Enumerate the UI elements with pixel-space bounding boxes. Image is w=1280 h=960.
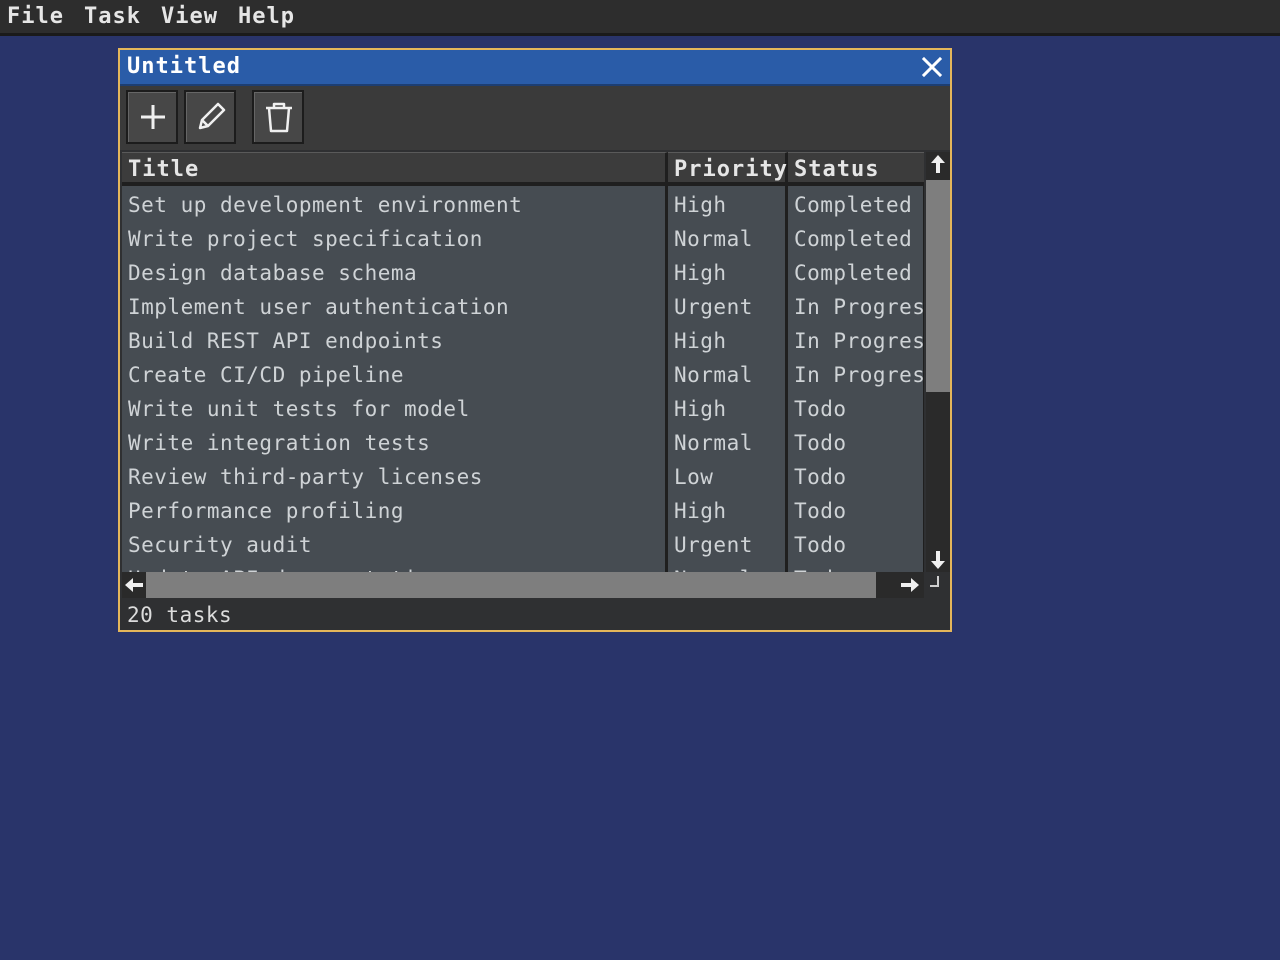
table-row[interactable]: Write unit tests for model High Todo <box>122 392 924 426</box>
cell-priority: High <box>674 329 727 353</box>
task-window: Untitled Title Priority Status Set up de… <box>118 48 952 632</box>
cell-status: In Progress <box>794 295 924 319</box>
cell-priority: High <box>674 397 727 421</box>
cell-title: Update API documentation <box>128 562 658 572</box>
resize-grip-icon[interactable] <box>928 574 948 594</box>
cell-title: Write unit tests for model <box>128 397 470 421</box>
pencil-icon <box>198 102 226 130</box>
column-header-priority[interactable]: Priority <box>668 152 788 186</box>
window-title: Untitled <box>127 54 241 79</box>
cell-title: Set up development environment <box>128 193 523 217</box>
horizontal-scrollbar[interactable] <box>122 572 924 598</box>
vertical-scrollbar[interactable] <box>926 152 950 572</box>
edit-task-button[interactable] <box>184 90 236 144</box>
cell-status: Todo <box>794 499 847 523</box>
close-icon[interactable] <box>920 55 944 79</box>
window-titlebar[interactable]: Untitled <box>120 50 950 86</box>
cell-status: In Progress <box>794 329 924 353</box>
cell-priority: Normal <box>674 227 753 251</box>
scroll-up-icon[interactable] <box>926 152 950 176</box>
cell-status: Completed <box>794 261 913 285</box>
cell-priority: Urgent <box>674 533 753 557</box>
cell-title: Create CI/CD pipeline <box>128 363 405 387</box>
menu-bar: File Task View Help <box>0 0 1280 36</box>
menu-help[interactable]: Help <box>231 0 308 33</box>
toolbar <box>120 86 950 150</box>
table-row[interactable]: Write integration tests Normal Todo <box>122 426 924 460</box>
cell-priority: Normal <box>674 431 753 455</box>
trash-icon <box>266 102 292 133</box>
cell-priority: High <box>674 499 727 523</box>
cell-title: Review third-party licenses <box>128 465 483 489</box>
column-header-title[interactable]: Title <box>122 152 668 186</box>
table-row[interactable]: Set up development environment High Comple… <box>122 188 924 222</box>
cell-title: Security audit <box>128 533 313 557</box>
cell-priority: Urgent <box>674 295 753 319</box>
cell-status: Todo <box>794 533 847 557</box>
cell-priority: Normal <box>674 363 753 387</box>
table-row[interactable]: Build REST API endpoints High In Progress <box>122 324 924 358</box>
scroll-down-icon[interactable] <box>926 548 950 572</box>
table-row[interactable]: Update API documentation Normal Todo <box>122 562 924 572</box>
task-table: Title Priority Status Set up development… <box>122 152 924 572</box>
add-task-button[interactable] <box>126 90 178 144</box>
table-row[interactable]: Performance profiling High Todo <box>122 494 924 528</box>
status-bar-text: 20 tasks <box>120 600 926 630</box>
cell-title: Build REST API endpoints <box>128 329 444 353</box>
cell-title: Performance profiling <box>128 499 405 523</box>
cell-priority: Normal <box>674 562 786 572</box>
table-row[interactable]: Create CI/CD pipeline Normal In Progress <box>122 358 924 392</box>
table-row[interactable]: Design database schema High Completed <box>122 256 924 290</box>
cell-status: In Progress <box>794 363 924 387</box>
horizontal-scroll-thumb[interactable] <box>146 572 876 598</box>
menu-task[interactable]: Task <box>77 0 154 33</box>
cell-status: Todo <box>794 431 847 455</box>
scroll-right-icon[interactable] <box>898 573 922 597</box>
table-row[interactable]: Security audit Urgent Todo <box>122 528 924 562</box>
delete-task-button[interactable] <box>252 90 304 144</box>
cell-title: Write project specification <box>128 227 483 251</box>
menu-view[interactable]: View <box>154 0 231 33</box>
plus-icon <box>141 105 165 129</box>
scroll-left-icon[interactable] <box>122 573 146 597</box>
cell-status: Completed <box>794 193 913 217</box>
table-row[interactable]: Write project specification Normal Complet… <box>122 222 924 256</box>
menu-file[interactable]: File <box>0 0 77 33</box>
cell-status: Completed <box>794 227 913 251</box>
cell-priority: High <box>674 193 727 217</box>
column-header-status[interactable]: Status <box>788 152 924 186</box>
cell-priority: High <box>674 261 727 285</box>
table-row[interactable]: Review third-party licenses Low Todo <box>122 460 924 494</box>
cell-status: Todo <box>794 562 924 572</box>
cell-title: Implement user authentication <box>128 295 510 319</box>
cell-title: Write integration tests <box>128 431 431 455</box>
cell-priority: Low <box>674 465 714 489</box>
table-row[interactable]: Implement user authentication Urgent In Pr… <box>122 290 924 324</box>
cell-title: Design database schema <box>128 261 418 285</box>
cell-status: Todo <box>794 465 847 489</box>
cell-status: Todo <box>794 397 847 421</box>
vertical-scroll-thumb[interactable] <box>926 180 950 392</box>
